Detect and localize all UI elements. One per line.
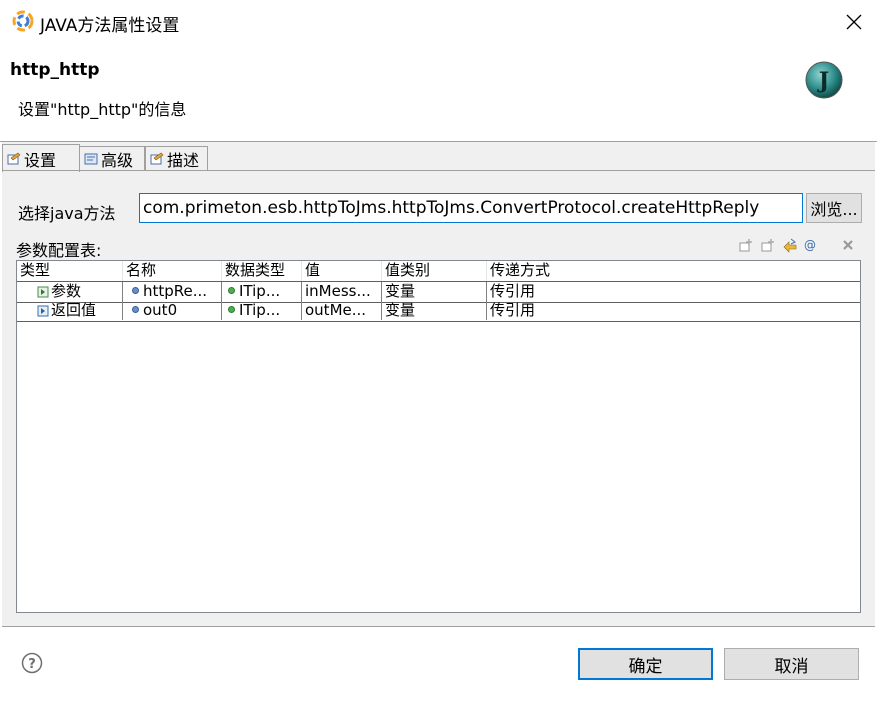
java-badge-icon: J xyxy=(805,61,843,99)
table-header: 类型 名称 数据类型 值 值类别 传递方式 xyxy=(17,261,860,282)
help-icon[interactable]: ? xyxy=(21,652,43,674)
params-table-label: 参数配置表: xyxy=(16,241,102,260)
datatype-cell: ITip... xyxy=(222,301,302,320)
delete-param-icon[interactable] xyxy=(840,237,856,253)
table-row[interactable]: 返回值 out0 ITip... outMe... 变量 传引用 xyxy=(17,301,860,322)
params-table: 类型 名称 数据类型 值 值类别 传递方式 参数 httpRe... ITip.… xyxy=(16,260,861,613)
datatype-dot-icon xyxy=(228,287,235,294)
settings-tab-icon xyxy=(7,152,21,164)
param-in-icon xyxy=(37,286,49,297)
tab-settings[interactable]: 设置 xyxy=(2,144,80,172)
tab-description[interactable]: 描述 xyxy=(145,146,208,170)
name-text: httpRe... xyxy=(143,282,208,300)
header-description: 设置"http_http"的信息 xyxy=(18,100,187,119)
close-button[interactable] xyxy=(831,0,877,44)
type-text: 参数 xyxy=(51,282,82,300)
method-label: 选择java方法 xyxy=(18,204,116,223)
type-text: 返回值 xyxy=(51,301,97,319)
datatype-text: ITip... xyxy=(239,282,281,300)
table-row[interactable]: 参数 httpRe... ITip... inMess... 变量 传引用 xyxy=(17,281,860,303)
description-tab-icon xyxy=(150,152,164,164)
datatype-cell: ITip... xyxy=(222,282,302,301)
value-cell: inMess... xyxy=(302,282,382,301)
tab-advanced[interactable]: 高级 xyxy=(80,146,145,170)
close-icon xyxy=(846,14,862,30)
tab-settings-label: 设置 xyxy=(24,150,57,170)
header-title: http_http xyxy=(10,60,100,80)
column-header[interactable]: 传递方式 xyxy=(487,261,860,281)
tab-underline xyxy=(2,170,875,171)
pass-mode-cell: 传引用 xyxy=(490,282,536,300)
browse-button[interactable]: 浏览... xyxy=(806,193,862,223)
name-text: out0 xyxy=(143,301,178,319)
main-panel: 设置 高级 描述 选择java方法 com.primeton.esb.httpT… xyxy=(2,142,875,627)
value-kind-cell: 变量 xyxy=(382,301,487,320)
dialog-header: http_http 设置"http_http"的信息 J xyxy=(0,44,877,142)
java-badge-letter: J xyxy=(817,68,829,94)
datatype-dot-icon xyxy=(228,306,235,313)
cancel-button[interactable]: 取消 xyxy=(724,648,859,680)
tab-advanced-label: 高级 xyxy=(101,150,134,170)
tab-description-label: 描述 xyxy=(167,150,200,170)
window-title: JAVA方法属性设置 xyxy=(40,16,180,36)
variable-dot-icon xyxy=(132,287,139,294)
ok-button[interactable]: 确定 xyxy=(578,648,713,680)
column-header[interactable]: 值类别 xyxy=(382,261,487,281)
pass-mode-cell: 传引用 xyxy=(490,301,536,319)
insert-param-icon[interactable] xyxy=(760,237,776,253)
svg-text:@: @ xyxy=(804,238,816,252)
column-header[interactable]: 类型 xyxy=(17,261,123,281)
value-kind-cell: 变量 xyxy=(382,282,487,301)
column-header[interactable]: 数据类型 xyxy=(222,261,302,281)
add-param-icon[interactable] xyxy=(738,237,754,253)
column-header[interactable]: 值 xyxy=(302,261,382,281)
type-cell: 返回值 xyxy=(17,301,123,320)
method-input[interactable]: com.primeton.esb.httpToJms.httpToJms.Con… xyxy=(139,193,803,223)
variable-dot-icon xyxy=(132,306,139,313)
name-cell: out0 xyxy=(123,301,222,320)
move-param-icon[interactable] xyxy=(782,237,798,253)
return-out-icon xyxy=(37,305,49,316)
advanced-tab-icon xyxy=(84,153,98,164)
datatype-text: ITip... xyxy=(239,301,281,319)
name-cell: httpRe... xyxy=(123,282,222,301)
title-bar: JAVA方法属性设置 xyxy=(0,0,877,44)
value-cell: outMe... xyxy=(302,301,382,320)
type-cell: 参数 xyxy=(17,282,123,301)
column-header[interactable]: 名称 xyxy=(123,261,222,281)
app-logo-icon xyxy=(12,10,34,32)
svg-text:?: ? xyxy=(28,657,36,672)
at-icon[interactable]: @ xyxy=(802,237,818,253)
